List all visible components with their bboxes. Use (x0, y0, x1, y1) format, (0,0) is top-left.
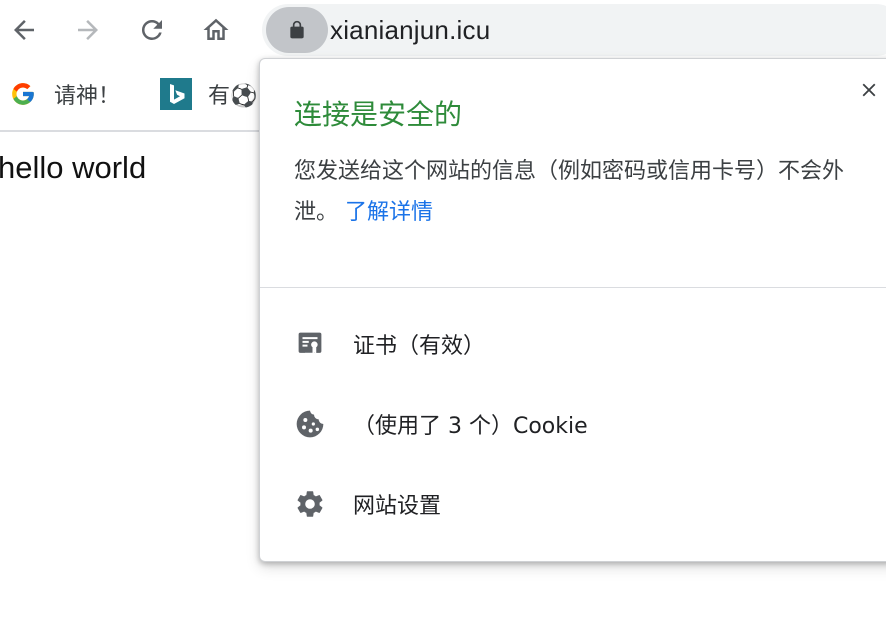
home-icon (203, 18, 229, 40)
reload-icon (141, 19, 162, 40)
certificate-icon (294, 328, 326, 360)
bookmark-label-bing: 有⚽ (208, 84, 258, 109)
cookies-label: （使用了 3 个）Cookie (353, 414, 588, 439)
url-text[interactable]: xianianjun.icu (330, 12, 490, 48)
site-info-button[interactable] (266, 7, 328, 53)
popup-divider (260, 287, 886, 288)
home-button[interactable] (198, 12, 234, 48)
page-body-text: hello world (0, 150, 147, 185)
arrow-left-icon (14, 20, 34, 40)
gear-icon (294, 488, 326, 520)
site-settings-item[interactable]: 网站设置 (260, 474, 886, 534)
browser-toolbar: xianianjun.icu (0, 0, 886, 60)
site-settings-label: 网站设置 (353, 494, 442, 519)
arrow-right-icon (78, 20, 98, 40)
site-info-popup: 连接是安全的 您发送给这个网站的信息（例如密码或信用卡号）不会外泄。 了解详情 … (259, 58, 886, 562)
certificate-label: 证书（有效） (353, 334, 486, 359)
bookmark-item-bing[interactable]: 有⚽ (160, 74, 257, 114)
bookmark-label-google: 请神！ (54, 84, 121, 109)
google-icon (12, 83, 34, 105)
reload-button[interactable] (134, 12, 170, 48)
cookie-icon (294, 408, 326, 440)
back-button[interactable] (6, 12, 42, 48)
certificate-item[interactable]: 证书（有效） (260, 314, 886, 374)
close-icon (862, 83, 876, 97)
forward-button[interactable] (70, 12, 106, 48)
learn-more-link[interactable]: 了解详情 (345, 200, 433, 225)
bookmark-item-google[interactable]: 请神！ (10, 74, 120, 114)
close-button[interactable] (854, 75, 884, 105)
cookies-item[interactable]: （使用了 3 个）Cookie (260, 394, 886, 454)
connection-description: 您发送给这个网站的信息（例如密码或信用卡号）不会外泄。 了解详情 (294, 151, 874, 233)
lock-icon (290, 20, 304, 39)
bing-icon (160, 78, 192, 110)
connection-secure-title: 连接是安全的 (294, 98, 463, 131)
